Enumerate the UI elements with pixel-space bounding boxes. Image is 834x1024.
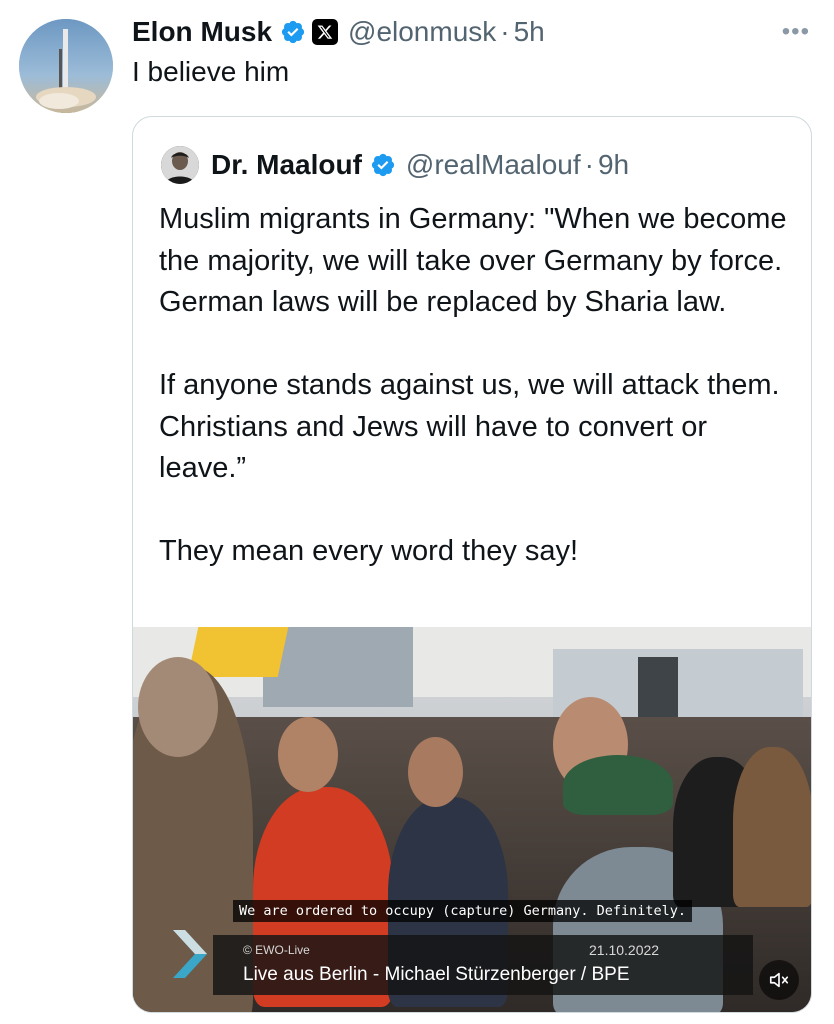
- mute-icon: [769, 972, 789, 988]
- tweet-header: Elon Musk @elonmusk · 5h: [132, 12, 545, 52]
- video-person-head: [278, 717, 338, 792]
- timestamp[interactable]: 5h: [514, 16, 545, 48]
- more-icon[interactable]: •••: [782, 18, 810, 46]
- video-title: Live aus Berlin - Michael Stürzenberger …: [243, 964, 630, 985]
- quoted-tweet-header: Dr. Maalouf @realMaalouf · 9h: [161, 145, 629, 185]
- rocket-launch-image: [19, 19, 113, 113]
- verified-badge-icon: [280, 19, 306, 45]
- quoted-paragraph: They mean every word they say!: [159, 535, 579, 567]
- quoted-author-name[interactable]: Dr. Maalouf: [211, 149, 362, 181]
- video-person-cap: [563, 755, 673, 815]
- separator-dot: ·: [584, 149, 594, 180]
- video-person-head: [408, 737, 463, 807]
- author-handle[interactable]: @elonmusk: [348, 16, 496, 48]
- video-source: © EWO-Live: [243, 943, 310, 957]
- tweet-text: I believe him: [132, 56, 290, 87]
- separator-dot: ·: [500, 16, 510, 47]
- video-date: 21.10.2022: [589, 942, 660, 958]
- video-player[interactable]: We are ordered to occupy (capture) Germa…: [133, 627, 811, 1012]
- video-person-head: [138, 657, 218, 757]
- video-subtitle: We are ordered to occupy (capture) Germa…: [233, 900, 693, 922]
- chevron-right-icon: [173, 930, 207, 978]
- quoted-author-handle[interactable]: @realMaalouf: [406, 149, 581, 181]
- quoted-tweet[interactable]: Dr. Maalouf @realMaalouf · 9h Muslim mig…: [132, 116, 812, 1013]
- mute-button[interactable]: [759, 960, 799, 1000]
- video-person: [733, 747, 811, 907]
- author-avatar[interactable]: [19, 19, 113, 113]
- quoted-timestamp[interactable]: 9h: [598, 149, 629, 181]
- quoted-tweet-text: Muslim migrants in Germany: "When we bec…: [159, 199, 799, 573]
- verified-badge-icon: [370, 152, 396, 178]
- quoted-paragraph: If anyone stands against us, we will att…: [159, 369, 780, 484]
- quoted-paragraph: Muslim migrants in Germany: "When we bec…: [159, 203, 787, 318]
- author-name[interactable]: Elon Musk: [132, 16, 272, 48]
- video-building: [638, 657, 678, 717]
- x-logo-icon: [312, 19, 339, 45]
- quoted-author-avatar[interactable]: [161, 146, 199, 184]
